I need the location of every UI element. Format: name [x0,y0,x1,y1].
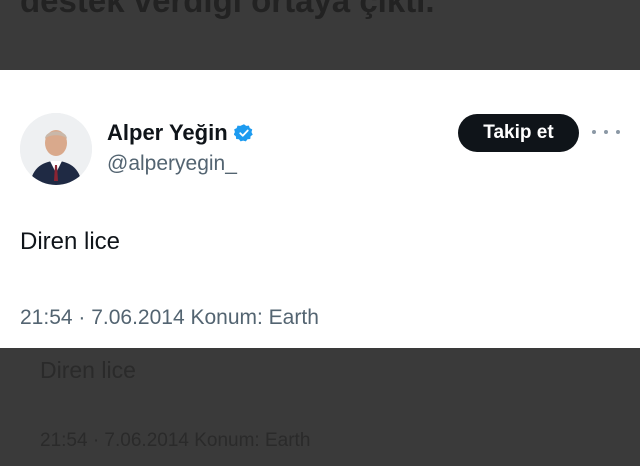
background-tweet-text: Diren lice [40,357,136,383]
more-dot [616,130,620,134]
verified-badge-icon [233,124,253,142]
background-tweet-meta: 21:54 · 7.06.2014 Konum: Earth [40,430,311,451]
tweet-card: Alper Yeğin @alperyegin_ Takip et Diren … [0,70,640,348]
author-handle[interactable]: @alperyegin_ [107,152,237,176]
more-dot [604,130,608,134]
follow-button[interactable]: Takip et [458,114,579,152]
more-options-icon[interactable] [592,122,620,142]
tweet-timestamp[interactable]: 21:54 · 7.06.2014 Konum: Earth [20,306,319,330]
more-dot [592,130,596,134]
avatar-image [20,113,92,185]
background-headline: destek verdiği ortaya çıktı. [20,0,435,19]
tweet-text: Diren lice [20,228,121,255]
author-name-row: Alper Yeğin [107,120,254,146]
author-name[interactable]: Alper Yeğin [107,120,228,146]
avatar[interactable] [20,113,92,185]
